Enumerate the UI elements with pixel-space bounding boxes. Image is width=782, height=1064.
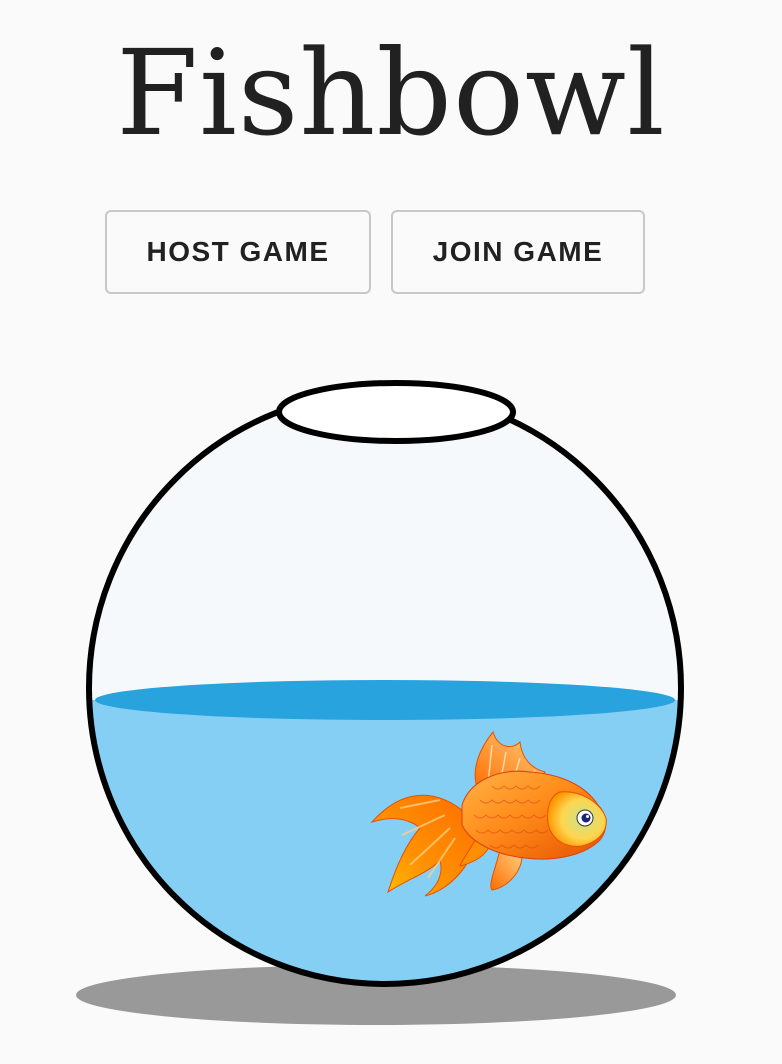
bowl-rim: [276, 380, 516, 444]
water-surface: [95, 680, 675, 720]
host-game-button[interactable]: HOST GAME: [105, 210, 371, 294]
bowl-water: [89, 680, 681, 984]
home-screen: Fishbowl HOST GAME JOIN GAME: [0, 0, 782, 1064]
fishbowl-illustration: [76, 380, 684, 1025]
join-game-button[interactable]: JOIN GAME: [391, 210, 645, 294]
page-title: Fishbowl: [116, 24, 666, 162]
